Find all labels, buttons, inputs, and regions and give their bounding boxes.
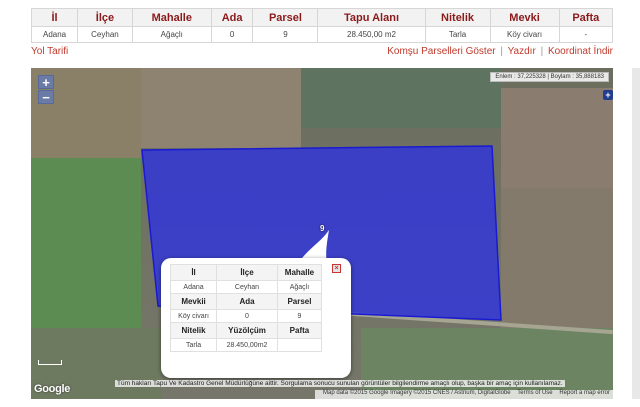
cell-mahalle: Ağaçlı [131, 26, 212, 43]
terms-link[interactable]: Terms of Use [517, 390, 552, 396]
header-mahalle: Mahalle [131, 8, 212, 27]
popup-header-mahalle: Mahalle [276, 264, 323, 281]
table-row: Adana Ceyhan Ağaçlı 0 9 28.450,00 m2 Tar… [30, 26, 614, 43]
cell-parsel: 9 [252, 26, 319, 43]
popup-value-mahalle: Ağaçlı [276, 280, 323, 294]
popup-header-pafta: Pafta [276, 322, 323, 339]
action-bar: Yol Tarifi Komşu Parselleri Göster | Yaz… [31, 46, 613, 60]
header-mevki: Mevki [489, 8, 560, 27]
popup-header-row: Mevkii Ada Parsel [169, 293, 323, 310]
parcel-popup: İl İlçe Mahalle Adana Ceyhan Ağaçlı Mevk… [161, 258, 351, 378]
table-header-row: İl İlçe Mahalle Ada Parsel Tapu Alanı Ni… [30, 8, 614, 27]
coordinates-readout: Enlem : 37,225328 | Boylam : 35,888183 [490, 72, 609, 82]
parcel-number-label: 9 [320, 224, 325, 233]
popup-value-yuzolcum: 28.450,00m2 [216, 338, 278, 352]
popup-value-nitelik: Tarla [169, 338, 218, 352]
map-data-text: Map data ©2015 Google Imagery ©2015 CNES… [323, 390, 511, 396]
zoom-control: + − [38, 75, 54, 105]
popup-value-row: Adana Ceyhan Ağaçlı [169, 280, 323, 294]
google-logo: Google [34, 383, 71, 395]
header-ilce: İlçe [77, 8, 133, 27]
download-coords-link[interactable]: Koordinat İndir [548, 46, 613, 57]
zoom-out-button[interactable]: − [38, 90, 54, 104]
cell-il: Adana [30, 26, 79, 43]
print-link[interactable]: Yazdır [508, 46, 536, 57]
close-icon[interactable]: × [332, 264, 341, 273]
popup-value-ilce: Ceyhan [216, 280, 278, 294]
header-nitelik: Nitelik [424, 8, 491, 27]
map-attribution: Map data ©2015 Google Imagery ©2015 CNES… [315, 390, 613, 399]
popup-header-row: İl İlçe Mahalle [169, 264, 323, 281]
cell-mevki: Köy civarı [489, 26, 560, 43]
action-links: Komşu Parselleri Göster | Yazdır | Koord… [387, 46, 613, 57]
directions-link[interactable]: Yol Tarifi [31, 46, 68, 57]
parcel-info-table: İl İlçe Mahalle Ada Parsel Tapu Alanı Ni… [30, 8, 614, 43]
popup-value-mevkii: Köy civarı [169, 309, 218, 323]
zoom-in-button[interactable]: + [38, 75, 54, 89]
popup-header-ilce: İlçe [216, 264, 278, 281]
popup-header-mevkii: Mevkii [169, 293, 218, 310]
header-il: İl [30, 8, 79, 27]
page-scrollbar[interactable] [632, 68, 640, 399]
popup-value-parsel: 9 [276, 309, 323, 323]
popup-value-ada: 0 [216, 309, 278, 323]
popup-value-il: Adana [169, 280, 218, 294]
popup-table: İl İlçe Mahalle Adana Ceyhan Ağaçlı Mevk… [169, 264, 323, 352]
popup-header-ada: Ada [216, 293, 278, 310]
popup-value-pafta [276, 338, 323, 352]
popup-header-row: Nitelik Yüzölçüm Pafta [169, 322, 323, 339]
report-error-link[interactable]: Report a map error [559, 390, 610, 396]
neighbor-parcels-link[interactable]: Komşu Parselleri Göster [387, 46, 495, 57]
copyright-notice: Tüm hakları Tapu Ve Kadastro Genel Müdür… [115, 380, 565, 387]
popup-value-row: Tarla 28.450,00m2 [169, 338, 323, 352]
satellite-map[interactable]: Enlem : 37,225328 | Boylam : 35,888183 +… [31, 68, 613, 399]
popup-header-yuzolcum: Yüzölçüm [216, 322, 278, 339]
separator: | [540, 46, 544, 57]
cell-ilce: Ceyhan [77, 26, 133, 43]
header-ada: Ada [210, 8, 254, 27]
cell-tapu-alani: 28.450,00 m2 [317, 26, 426, 43]
header-tapu-alani: Tapu Alanı [317, 8, 426, 27]
header-pafta: Pafta [558, 8, 614, 27]
popup-header-parsel: Parsel [276, 293, 323, 310]
cell-ada: 0 [210, 26, 254, 43]
popup-header-il: İl [169, 264, 218, 281]
header-parsel: Parsel [252, 8, 319, 27]
popup-header-nitelik: Nitelik [169, 322, 218, 339]
separator: | [500, 46, 503, 57]
popup-value-row: Köy civarı 0 9 [169, 309, 323, 323]
cell-pafta: - [558, 26, 614, 43]
expand-button[interactable]: + [603, 90, 613, 100]
scale-bar [38, 360, 62, 365]
cell-nitelik: Tarla [424, 26, 491, 43]
